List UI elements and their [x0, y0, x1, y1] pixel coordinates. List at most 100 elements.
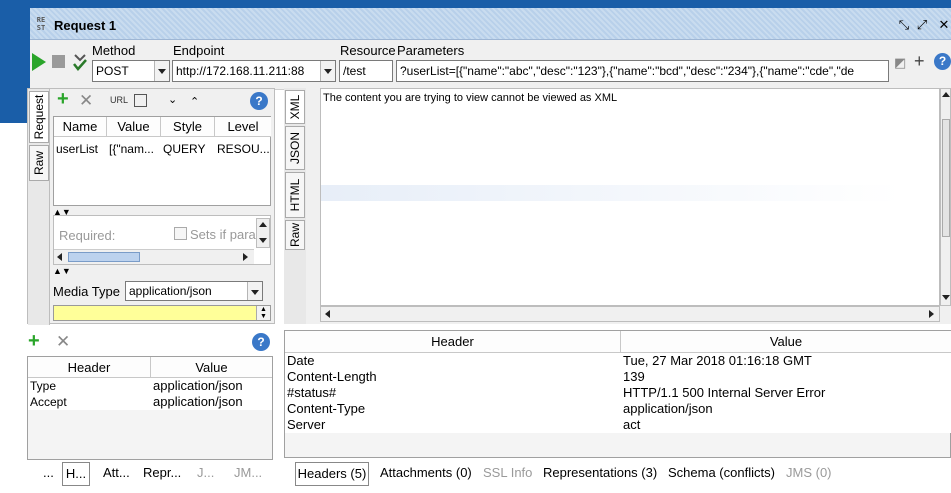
add-header-icon[interactable]: +: [28, 330, 40, 352]
required-label: Required:: [59, 228, 116, 243]
method-select[interactable]: POST: [92, 60, 170, 82]
tab-response-attachments[interactable]: Attachments (0): [380, 462, 472, 486]
help-icon[interactable]: ?: [252, 333, 270, 351]
details-horizontal-scrollbar[interactable]: [54, 249, 254, 264]
response-message: The content you are trying to view canno…: [323, 92, 618, 104]
column-header-name[interactable]: Name: [54, 117, 107, 137]
header-name: Content-Length: [285, 369, 621, 385]
scroll-up-icon[interactable]: [259, 222, 267, 227]
tab-raw-response[interactable]: Raw: [285, 220, 305, 250]
tab-request-jms[interactable]: JM...: [234, 462, 262, 486]
tab-schema[interactable]: Schema (conflicts): [668, 462, 775, 486]
header-value: application/json: [151, 394, 272, 410]
window-frame-top: [30, 0, 951, 8]
tab-html[interactable]: HTML: [285, 172, 305, 218]
run-icon[interactable]: [32, 53, 46, 71]
move-up-icon[interactable]: ⌃: [190, 94, 199, 110]
tab-request-more[interactable]: ...: [43, 462, 54, 486]
header-value: HTTP/1.1 500 Internal Server Error: [621, 385, 951, 401]
stop-icon[interactable]: [52, 55, 65, 68]
title-bar: RE ST Request 1 ⤡ ⤢ ✕: [30, 8, 951, 40]
scroll-left-icon[interactable]: [57, 253, 62, 261]
scroll-right-icon[interactable]: [929, 310, 934, 318]
scroll-left-icon[interactable]: [325, 310, 330, 318]
add-icon[interactable]: +: [914, 51, 925, 72]
header-name: #status#: [285, 385, 621, 401]
endpoint-label: Endpoint: [173, 43, 225, 58]
submit-check-icon[interactable]: [72, 52, 88, 72]
endpoint-input[interactable]: http://172.168.11.211:88: [172, 60, 336, 82]
header-value: Tue, 27 Mar 2018 01:16:18 GMT: [621, 353, 951, 369]
header-value: application/json: [621, 401, 951, 417]
response-horizontal-scrollbar[interactable]: [320, 306, 940, 322]
maximize-icon[interactable]: ⤢: [914, 17, 930, 33]
column-header-value[interactable]: Value: [151, 357, 272, 378]
tab-json[interactable]: JSON: [285, 126, 305, 170]
chevron-down-icon: [247, 282, 262, 300]
help-icon[interactable]: ?: [934, 53, 951, 70]
move-down-icon[interactable]: ⌄: [168, 92, 177, 108]
column-header-header[interactable]: Header: [285, 331, 621, 353]
tab-representations[interactable]: Representations (3): [543, 462, 657, 486]
splitter-handle-icon[interactable]: ▲▼: [53, 266, 71, 276]
media-type-label: Media Type: [53, 284, 120, 299]
method-label: Method: [92, 43, 136, 58]
column-header-value[interactable]: Value: [107, 117, 161, 137]
remove-param-icon[interactable]: ✕: [79, 92, 93, 109]
column-header-value[interactable]: Value: [621, 331, 951, 353]
chevron-down-icon: [320, 61, 335, 81]
url-encode-icon[interactable]: URL: [110, 92, 128, 108]
chevron-down-icon: [154, 61, 169, 81]
column-header-style[interactable]: Style: [161, 117, 215, 137]
sets-if-checkbox[interactable]: [174, 227, 187, 240]
edit-params-icon[interactable]: [134, 94, 147, 107]
scroll-down-icon[interactable]: [259, 238, 267, 243]
restore-icon[interactable]: ⤡: [896, 17, 912, 33]
header-value: application/json: [151, 378, 272, 394]
scroll-thumb[interactable]: [68, 252, 140, 262]
response-vertical-scrollbar[interactable]: [940, 88, 951, 306]
tab-request-headers[interactable]: H...: [62, 462, 90, 486]
parameters-input[interactable]: ?userList=[{"name":"abc","desc":"123"},{…: [396, 60, 889, 82]
rest-request-icon: RE ST: [36, 16, 46, 32]
tab-request-attachments[interactable]: Att...: [103, 462, 130, 486]
tab-response-jms[interactable]: JMS (0): [786, 462, 832, 486]
header-name: Server: [285, 417, 621, 433]
response-content-area[interactable]: The content you are trying to view canno…: [320, 88, 940, 306]
tab-raw-request[interactable]: Raw: [29, 145, 49, 181]
highlighted-line: [321, 185, 901, 201]
response-vertical-tabs: XML JSON HTML Raw: [284, 88, 306, 324]
help-icon[interactable]: ?: [250, 92, 268, 110]
tab-request[interactable]: Request: [29, 91, 49, 143]
add-param-icon[interactable]: +: [57, 89, 69, 109]
sets-if-label: Sets if para: [190, 227, 256, 242]
window-title: Request 1: [54, 18, 117, 33]
tab-ssl-info[interactable]: SSL Info: [483, 462, 532, 486]
scroll-right-icon[interactable]: [243, 253, 248, 261]
request-headers-table: Header Value Type application/json Accep…: [27, 356, 273, 460]
request-vertical-tabs: Request Raw: [28, 89, 50, 325]
media-type-select[interactable]: application/json: [125, 281, 263, 301]
tag-icon[interactable]: ◩: [894, 55, 906, 71]
spinner-icon[interactable]: ▲ ▼: [256, 306, 270, 320]
details-vertical-scrollbar[interactable]: [256, 218, 270, 248]
scroll-up-icon[interactable]: [942, 92, 950, 97]
tab-request-representations[interactable]: Repr...: [143, 462, 181, 486]
scroll-thumb[interactable]: [942, 119, 950, 237]
param-value: [{"nam...: [109, 142, 154, 156]
scroll-down-icon[interactable]: [942, 295, 950, 300]
request-panel: Request Raw + ✕ URL ⌄ ⌃ ? Name Value Sty…: [27, 88, 275, 325]
tab-response-headers[interactable]: Headers (5): [295, 462, 369, 486]
param-level: RESOU...: [217, 142, 270, 156]
tab-request-jdbc[interactable]: J...: [197, 462, 214, 486]
response-panel: XML JSON HTML Raw The content you are tr…: [284, 88, 951, 324]
request-body-editor[interactable]: ▲ ▼: [53, 305, 271, 321]
resource-input[interactable]: /test: [339, 60, 393, 82]
column-header-header[interactable]: Header: [28, 357, 151, 378]
column-header-level[interactable]: Level: [215, 117, 271, 137]
close-icon[interactable]: ✕: [936, 17, 951, 33]
remove-header-icon[interactable]: ✕: [56, 332, 70, 352]
param-details: Required: Sets if para: [53, 215, 271, 265]
tab-xml[interactable]: XML: [285, 90, 305, 124]
param-style: QUERY: [163, 142, 206, 156]
